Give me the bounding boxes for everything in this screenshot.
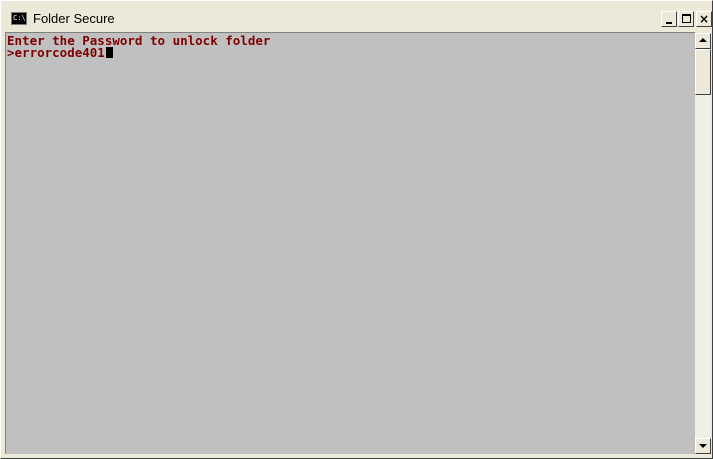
scroll-down-button[interactable] bbox=[695, 438, 711, 454]
arrow-down-icon bbox=[699, 444, 707, 448]
title-bar[interactable]: C:\ Folder Secure × bbox=[3, 3, 712, 31]
console-icon[interactable]: C:\ bbox=[11, 12, 27, 25]
maximize-button[interactable] bbox=[678, 11, 694, 27]
password-input-text[interactable]: >errorcode401 bbox=[7, 45, 105, 60]
text-cursor bbox=[105, 47, 113, 58]
console-output[interactable]: Enter the Password to unlock folder >err… bbox=[5, 32, 695, 454]
console-window: C:\ Folder Secure × Enter the Password t… bbox=[0, 0, 713, 459]
close-icon: × bbox=[698, 12, 710, 26]
password-input-line[interactable]: >errorcode401 bbox=[7, 45, 113, 60]
scrollbar-thumb[interactable] bbox=[695, 49, 711, 95]
window-title: Folder Secure bbox=[33, 11, 115, 26]
minimize-button[interactable] bbox=[661, 11, 677, 27]
close-button[interactable]: × bbox=[696, 11, 712, 27]
arrow-up-icon bbox=[699, 38, 707, 42]
scroll-up-button[interactable] bbox=[695, 33, 711, 49]
vertical-scrollbar[interactable] bbox=[695, 33, 711, 454]
maximize-icon bbox=[682, 14, 691, 23]
minimize-icon bbox=[666, 22, 672, 24]
